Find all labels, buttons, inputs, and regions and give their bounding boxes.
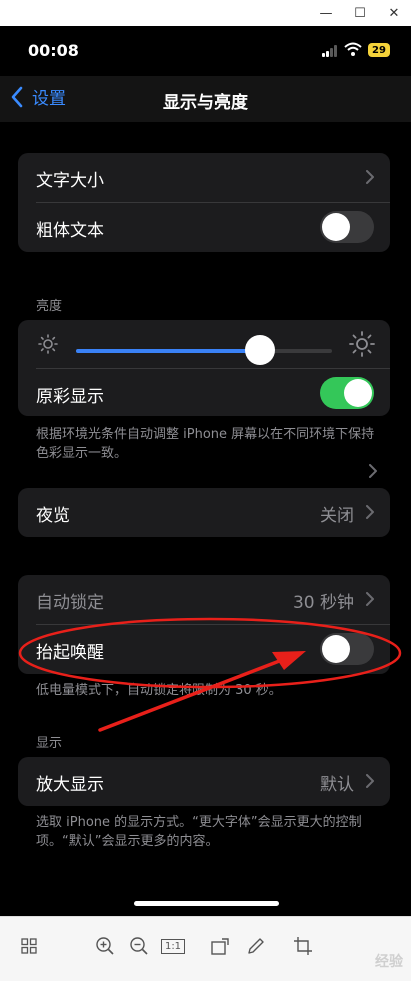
toggle-knob — [322, 213, 350, 241]
window-titlebar: — ☐ ✕ — [0, 0, 411, 26]
text-size-row[interactable]: 文字大小 — [18, 153, 390, 202]
true-tone-footnote: 根据环境光条件自动调整 iPhone 屏幕以在不同环境下保持色彩显示一致。 — [36, 427, 375, 461]
bold-text-row: 粗体文本 — [18, 203, 390, 252]
maximize-icon: ☐ — [354, 5, 366, 21]
night-shift-value: 关闭 — [320, 506, 354, 526]
status-bar: 00:08 29 — [0, 26, 411, 76]
grid-view-button[interactable] — [18, 935, 40, 957]
edit-button[interactable] — [245, 935, 267, 957]
auto-lock-row[interactable]: 自动锁定 30 秒钟 — [18, 575, 390, 624]
brightness-slider-row — [18, 320, 390, 369]
night-shift-group: 夜览 关闭 — [18, 488, 390, 537]
chevron-right-icon — [366, 505, 374, 519]
zoom-out-icon — [130, 937, 148, 955]
rotate-icon — [211, 938, 229, 955]
night-shift-label: 夜览 — [36, 506, 70, 526]
grid-icon — [21, 938, 37, 954]
actual-size-button[interactable]: 1:1 — [160, 935, 186, 957]
true-tone-toggle[interactable] — [320, 377, 374, 409]
night-shift-row[interactable]: 夜览 关闭 — [18, 488, 390, 537]
text-settings-group: 文字大小 粗体文本 — [18, 153, 390, 252]
page-title: 显示与亮度 — [163, 93, 248, 113]
auto-lock-label: 自动锁定 — [36, 593, 104, 613]
wifi-icon — [344, 42, 362, 56]
display-section-label: 显示 — [36, 736, 63, 751]
auto-lock-value: 30 秒钟 — [292, 593, 354, 613]
text-size-label: 文字大小 — [36, 171, 104, 191]
sun-small-icon — [38, 334, 58, 354]
raise-to-wake-row: 抬起唤醒 — [18, 625, 390, 674]
chevron-right-icon — [366, 592, 374, 606]
home-indicator — [134, 901, 279, 906]
zoom-out-button[interactable] — [128, 935, 150, 957]
zoom-in-button[interactable] — [94, 935, 116, 957]
brightness-slider-thumb[interactable] — [245, 335, 276, 365]
true-tone-label: 原彩显示 — [36, 387, 104, 407]
raise-to-wake-toggle[interactable] — [320, 633, 374, 665]
close-icon: ✕ — [388, 5, 400, 21]
cellular-signal-icon — [322, 45, 340, 57]
display-zoom-group: 放大显示 默认 — [18, 757, 390, 806]
lock-settings-group: 自动锁定 30 秒钟 抬起唤醒 — [18, 575, 390, 674]
brightness-section-label: 亮度 — [36, 299, 63, 314]
rotate-button[interactable] — [210, 935, 232, 957]
display-zoom-value: 默认 — [320, 775, 354, 795]
display-footnote: 选取 iPhone 的显示方式。“更大字体”会显示更大的控制项。“默认”会显示更… — [36, 815, 362, 849]
brightness-group: 原彩显示 — [18, 320, 390, 416]
status-time: 00:08 — [28, 41, 79, 60]
zoom-in-icon — [96, 937, 114, 955]
crop-button[interactable] — [292, 935, 314, 957]
display-zoom-row[interactable]: 放大显示 默认 — [18, 757, 390, 806]
chevron-right-icon — [366, 774, 374, 788]
true-tone-row: 原彩显示 — [18, 369, 390, 416]
sun-large-icon — [349, 331, 375, 357]
bold-text-toggle[interactable] — [320, 211, 374, 243]
chevron-right-icon — [366, 170, 374, 184]
viewer-toolbar: 1:1 经验 — [0, 916, 411, 981]
minimize-icon: — — [319, 5, 333, 21]
actual-size-label: 1:1 — [160, 938, 186, 954]
display-zoom-label: 放大显示 — [36, 775, 104, 795]
watermark: 经验 — [375, 954, 403, 970]
minimize-button[interactable]: — — [309, 0, 343, 26]
toggle-knob — [322, 635, 350, 663]
pencil-icon — [248, 938, 264, 954]
brightness-slider-fill — [76, 349, 261, 353]
navigation-bar: 设置 显示与亮度 — [0, 76, 411, 122]
bold-text-label: 粗体文本 — [36, 221, 104, 241]
chevron-right-icon — [369, 464, 377, 478]
crop-icon — [294, 937, 312, 955]
toggle-knob — [344, 379, 372, 407]
phone-screen: 00:08 29 设置 显示与亮度 文字大小 粗体文本 亮度 原彩显示 根据环境… — [0, 26, 411, 916]
auto-lock-footnote: 低电量模式下，自动锁定将限制为 30 秒。 — [36, 683, 282, 698]
battery-indicator: 29 — [368, 43, 390, 57]
brightness-slider[interactable] — [76, 335, 332, 365]
maximize-button[interactable]: ☐ — [343, 0, 377, 26]
close-button[interactable]: ✕ — [377, 0, 411, 26]
raise-to-wake-label: 抬起唤醒 — [36, 643, 104, 663]
